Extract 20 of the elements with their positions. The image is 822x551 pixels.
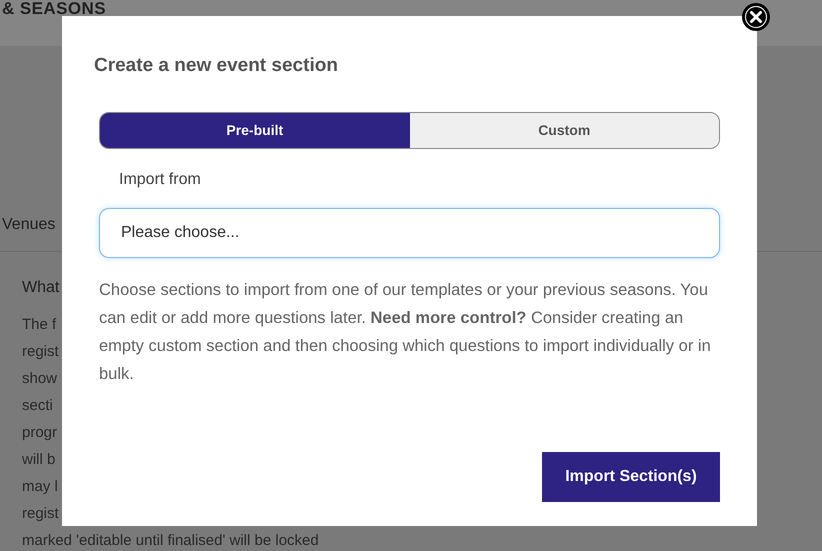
paragraph-line: secti [22, 396, 53, 416]
paragraph-line: marked 'editable until finalised' will be locked [22, 531, 319, 551]
dialog-title: Create a new event section [94, 54, 339, 78]
segment-tab[interactable]: Custom [410, 112, 719, 148]
description-text: Choose sections to import from one of our templates or your previous seasons. You can edit or add more questions later. Need more control? Consider creating an empty custom section and then choosing which questions to import individually or in bulk. [99, 280, 712, 384]
nav-tab[interactable]: Venues [2, 213, 56, 237]
menu-title[interactable]: & SEASONS [0, 0, 106, 18]
paragraph-line: will b [22, 450, 56, 470]
paragraph-line: progr [22, 423, 58, 443]
paragraph-line: regist [22, 342, 59, 362]
close-icon[interactable] [742, 3, 770, 31]
section-heading: What [22, 278, 60, 298]
segment-tab[interactable]: Pre-built [100, 112, 410, 148]
field-label: Import from [119, 170, 201, 190]
paragraph-line: regist [22, 504, 59, 524]
paragraph-line: The f [22, 315, 56, 335]
import-button[interactable]: Import Section(s) [542, 452, 720, 502]
paragraph-line: show [22, 369, 58, 389]
paragraph-line: may l [22, 477, 58, 497]
import-select[interactable]: Please choose... [99, 208, 720, 258]
